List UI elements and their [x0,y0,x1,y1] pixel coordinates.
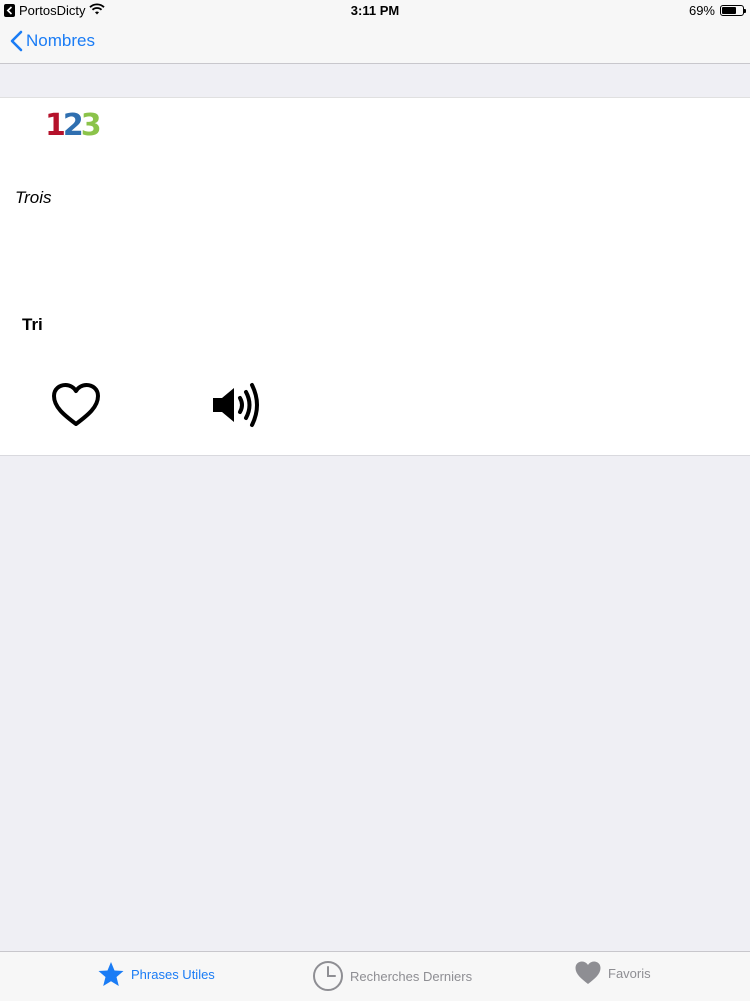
tab-label: Phrases Utiles [131,966,215,982]
play-audio-button[interactable] [210,380,264,430]
star-icon [98,962,124,986]
chevron-left-icon [10,30,23,52]
logo-digit-1: 1 [45,108,66,143]
speaker-icon [213,383,259,427]
logo-digit-2: 2 [62,108,84,143]
numbers-logo: 123 [45,108,102,143]
back-button-label: Nombres [26,31,95,50]
logo-digit-3: 3 [80,108,102,143]
tab-phrases-utiles[interactable]: Phrases Utiles [97,960,215,988]
heart-icon [575,961,601,984]
favorite-button[interactable] [50,382,102,428]
word-translation: Tri [22,315,43,334]
word-french: Trois [15,188,52,207]
heart-outline-icon [52,383,100,426]
tab-label: Recherches Derniers [350,968,473,984]
navigation-bar: Nombres [0,22,750,64]
status-right: 69% [688,3,746,18]
tab-recherches-derniers[interactable]: Recherches Derniers [312,960,472,992]
back-button[interactable]: Nombres [10,30,95,52]
battery-icon [720,5,746,16]
battery-percent: 69% [688,3,715,18]
clock-icon [313,961,343,991]
word-card: 123 Trois Tri [0,97,750,456]
tab-favoris[interactable]: Favoris [574,960,651,986]
battery-fill [722,7,736,14]
status-time: 3:11 PM [350,3,400,18]
status-bar: PortosDicty 3:11 PM 69% [0,0,750,22]
tab-label: Favoris [608,965,651,981]
tab-bar: Phrases Utiles Recherches Derniers Favor… [0,951,750,1001]
